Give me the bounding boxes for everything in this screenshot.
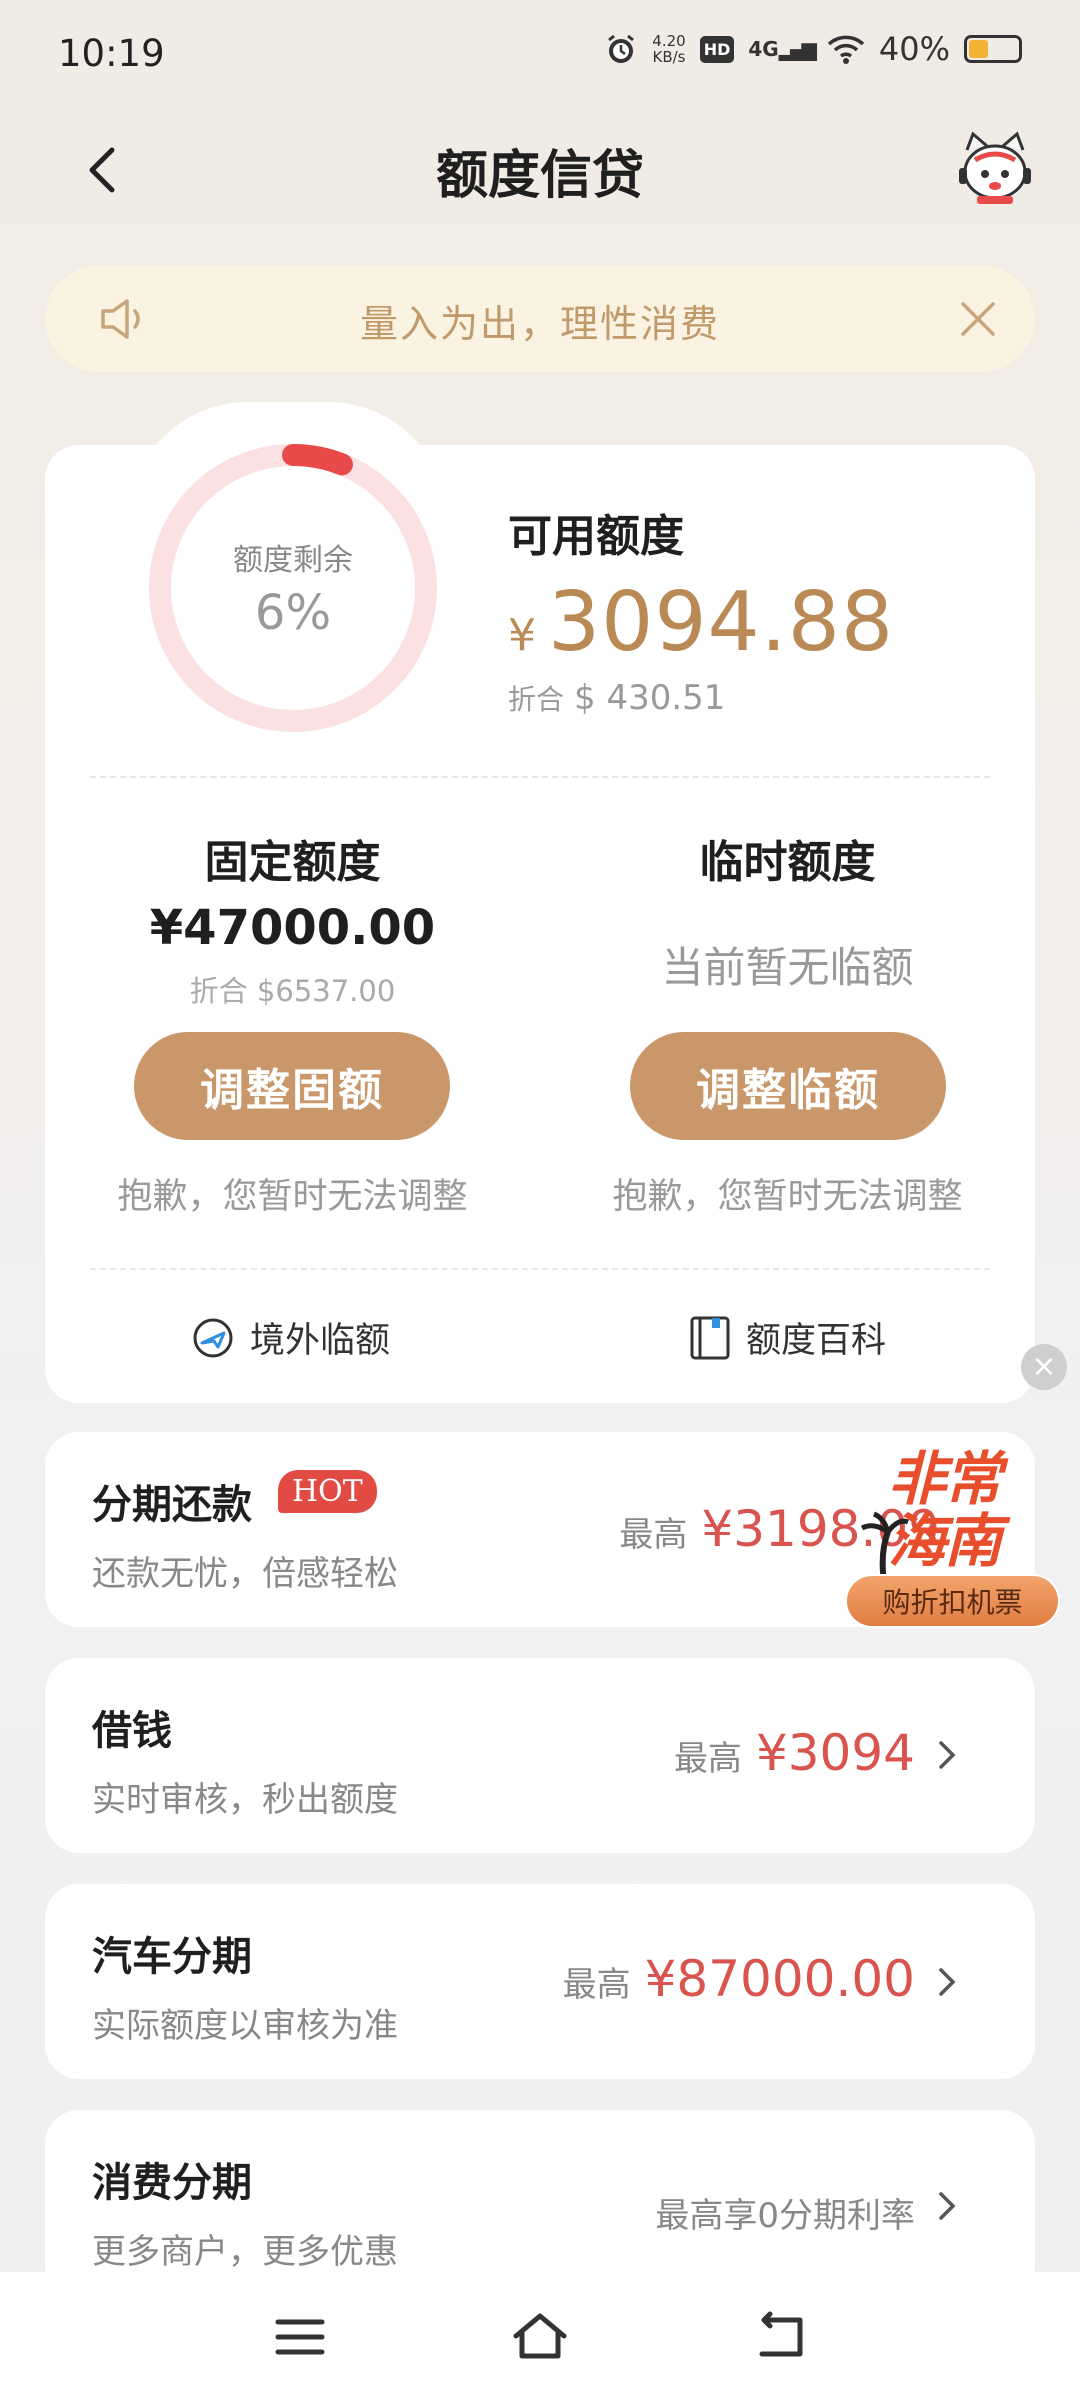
service-subtitle: 更多商户，更多优惠 [92,2232,398,2272]
adjust-temp-button[interactable]: 调整临额 [630,1032,946,1140]
overseas-temp-link[interactable]: 境外临额 [190,1312,390,1363]
temp-credit-column: 临时额度 当前暂无临额 [540,826,1035,995]
hd-badge: HD [699,35,735,63]
currency-symbol: ¥ [508,610,536,661]
plane-globe-icon [193,1318,233,1357]
credit-wiki-label: 额度百科 [746,1321,887,1361]
max-prefix: 最高 [619,1515,688,1555]
status-icons: 4.20 KB/s HD 4G▂▄▆ 40% [604,30,1022,68]
page-title: 额度信贷 [435,146,644,206]
service-subtitle: 实际额度以审核为准 [92,2006,398,2046]
promo-buy-button[interactable]: 购折扣机票 [845,1574,1060,1628]
notice-close-button[interactable] [955,296,1001,342]
service-title: 借钱 [92,1708,172,1754]
promo-close-button[interactable]: × [1021,1344,1067,1390]
service-title: 消费分期 [92,2160,252,2206]
chevron-right-icon [939,2192,956,2220]
credit-wiki-link[interactable]: 额度百科 [688,1312,886,1363]
book-icon [690,1316,730,1359]
max-prefix: 最高 [673,1739,742,1779]
max-amount: ¥87000.00 [644,1950,915,2008]
promo-line2: 海南 [888,1507,1002,1575]
notice-banner: 量入为出，理性消费 [45,266,1035,372]
cat-mascot-icon [959,131,1031,204]
overseas-temp-label: 境外临额 [250,1321,391,1361]
network-type: 4G [748,37,779,61]
net-speed-value: 4.20 [652,32,686,50]
converted-prefix: 折合 [508,683,565,716]
customer-service-button[interactable] [955,130,1035,206]
converted-amount: $ 430.51 [574,678,726,718]
wifi-icon [827,35,865,64]
fixed-credit-column: 固定额度 ¥47000.00 折合 $6537.00 [45,826,540,1010]
fixed-note: 抱歉，您暂时无法调整 [117,1177,468,1217]
service-max-amount: 最高 ¥87000.00 [563,1950,915,2008]
alarm-icon [608,34,635,63]
ring-label: 额度剩余 [233,543,353,578]
service-subtitle: 实时审核，秒出额度 [92,1780,398,1820]
temp-note: 抱歉，您暂时无法调整 [612,1177,963,1217]
battery-icon [964,35,1022,63]
status-bar: 10:19 4.20 KB/s HD 4G▂▄▆ 40% [0,0,1080,110]
promo-title: 非常 海南 [888,1448,1038,1572]
max-prefix: 最高 [562,1965,631,2005]
max-prefix: 最高享0分期利率 [655,2196,915,2236]
ring-percent: 6% [254,585,332,641]
divider [90,776,990,778]
signal-icon: 4G▂▄▆ [748,37,817,61]
service-max-amount: 最高 ¥3094 [674,1724,915,1782]
temp-status: 当前暂无临额 [661,943,914,992]
speaker-icon [97,296,147,342]
service-title: 汽车分期 [92,1934,252,1980]
home-icon[interactable] [510,2310,570,2364]
service-subtitle: 还款无忧，倍感轻松 [92,1554,398,1594]
promo-line1: 非常 [888,1445,1002,1513]
notice-text: 量入为出，理性消费 [359,302,720,346]
net-speed-unit: KB/s [652,48,686,66]
chevron-right-icon [939,1741,956,1769]
available-amount: ¥ 3094.88 [508,575,894,670]
battery-level [969,40,989,58]
max-amount: ¥3094 [755,1724,915,1782]
service-title: 分期还款 [92,1482,252,1528]
net-speed: 4.20 KB/s [652,33,685,65]
hot-badge: HOT [278,1470,377,1513]
chevron-right-icon [939,1968,956,1996]
back-icon[interactable] [750,2310,810,2364]
available-number: 3094.88 [548,575,895,670]
battery-text: 40% [878,30,950,68]
available-converted: 折合 $ 430.51 [508,678,725,718]
status-time: 10:19 [58,32,165,75]
menu-icon[interactable] [270,2310,330,2364]
fixed-amount: ¥47000.00 [149,900,436,956]
temp-title: 临时额度 [699,837,876,888]
fixed-converted: 折合 $6537.00 [189,974,396,1008]
fixed-title: 固定额度 [204,837,381,888]
divider [90,1268,990,1270]
close-icon [961,302,995,336]
adjust-fixed-button[interactable]: 调整固额 [134,1032,450,1140]
service-max-amount: 最高享0分期利率 [655,2188,915,2237]
available-label: 可用额度 [508,511,684,562]
